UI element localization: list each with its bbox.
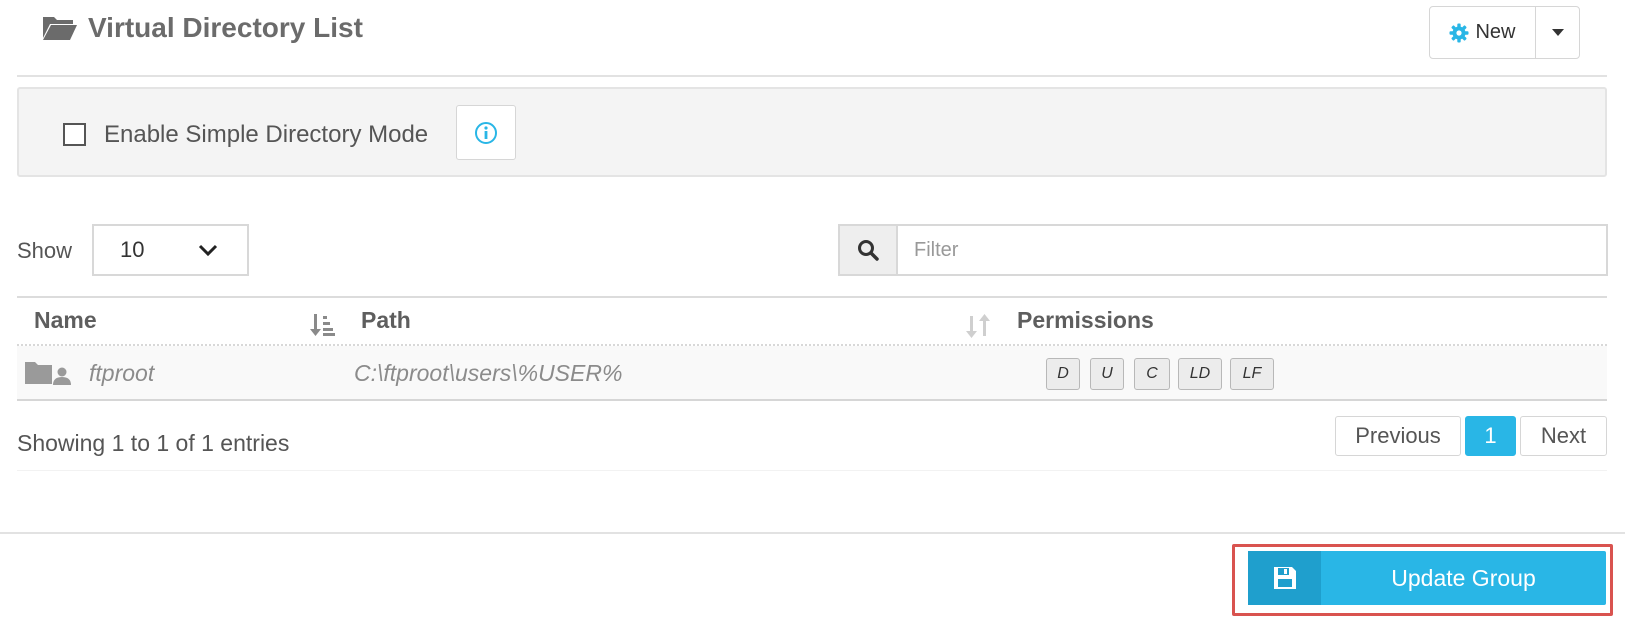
filter-input[interactable] xyxy=(898,226,1606,274)
new-button-group: New xyxy=(1429,6,1580,59)
header-divider xyxy=(17,75,1607,77)
update-icon-box xyxy=(1248,551,1321,605)
search-icon xyxy=(858,240,879,261)
sort-ascending-icon[interactable] xyxy=(310,312,336,338)
directory-path: C:\ftproot\users\%USER% xyxy=(354,360,623,386)
sort-both-icon[interactable] xyxy=(964,312,992,340)
column-header-path[interactable]: Path xyxy=(361,307,411,334)
folder-user-icon xyxy=(25,362,71,385)
permission-badge-ld: LD xyxy=(1178,358,1222,390)
simple-mode-label: Enable Simple Directory Mode xyxy=(104,121,429,148)
page-header: Virtual Directory List xyxy=(42,12,363,44)
page-size-value: 10 xyxy=(120,237,145,262)
column-header-name[interactable]: Name xyxy=(34,307,97,334)
floppy-disk-icon xyxy=(1273,567,1296,589)
permission-badge-d: D xyxy=(1046,358,1080,390)
simple-mode-checkbox[interactable] xyxy=(63,123,86,146)
table-footer-line xyxy=(17,470,1607,471)
new-dropdown-toggle[interactable] xyxy=(1536,7,1579,58)
gear-icon xyxy=(1449,23,1469,42)
page-size-select[interactable]: 10 xyxy=(92,224,249,276)
page-title: Virtual Directory List xyxy=(88,12,363,43)
permission-badge-u: U xyxy=(1090,358,1124,390)
table-header: Name Path Permissions xyxy=(17,298,1607,346)
permission-badge-c: C xyxy=(1134,358,1170,390)
directory-name: ftproot xyxy=(89,360,155,386)
update-group-label: Update Group xyxy=(1391,564,1536,591)
permission-badge-lf: LF xyxy=(1230,358,1274,390)
filter-group xyxy=(838,224,1608,276)
previous-page-button[interactable]: Previous xyxy=(1335,416,1461,456)
virtual-directory-table: Name Path Permissions ftproot C:\ftproot… xyxy=(17,296,1607,401)
column-header-permissions: Permissions xyxy=(1017,307,1154,333)
new-button-label: New xyxy=(1475,21,1516,43)
filter-addon xyxy=(840,226,898,274)
new-button[interactable]: New xyxy=(1430,7,1536,58)
chevron-down-icon xyxy=(198,244,218,257)
show-label: Show xyxy=(17,238,73,263)
table-row[interactable]: ftproot C:\ftproot\users\%USER% D U C LD… xyxy=(17,346,1607,401)
footer-divider xyxy=(0,532,1625,534)
caret-down-icon xyxy=(1551,29,1564,36)
folder-open-icon xyxy=(43,17,77,40)
entries-info: Showing 1 to 1 of 1 entries xyxy=(17,430,290,456)
simple-mode-panel: Enable Simple Directory Mode xyxy=(17,87,1607,177)
page-1-button[interactable]: 1 xyxy=(1465,416,1516,456)
info-icon xyxy=(475,121,497,144)
update-group-button[interactable]: Update Group xyxy=(1248,551,1606,605)
info-button[interactable] xyxy=(456,105,516,160)
next-page-button[interactable]: Next xyxy=(1520,416,1607,456)
